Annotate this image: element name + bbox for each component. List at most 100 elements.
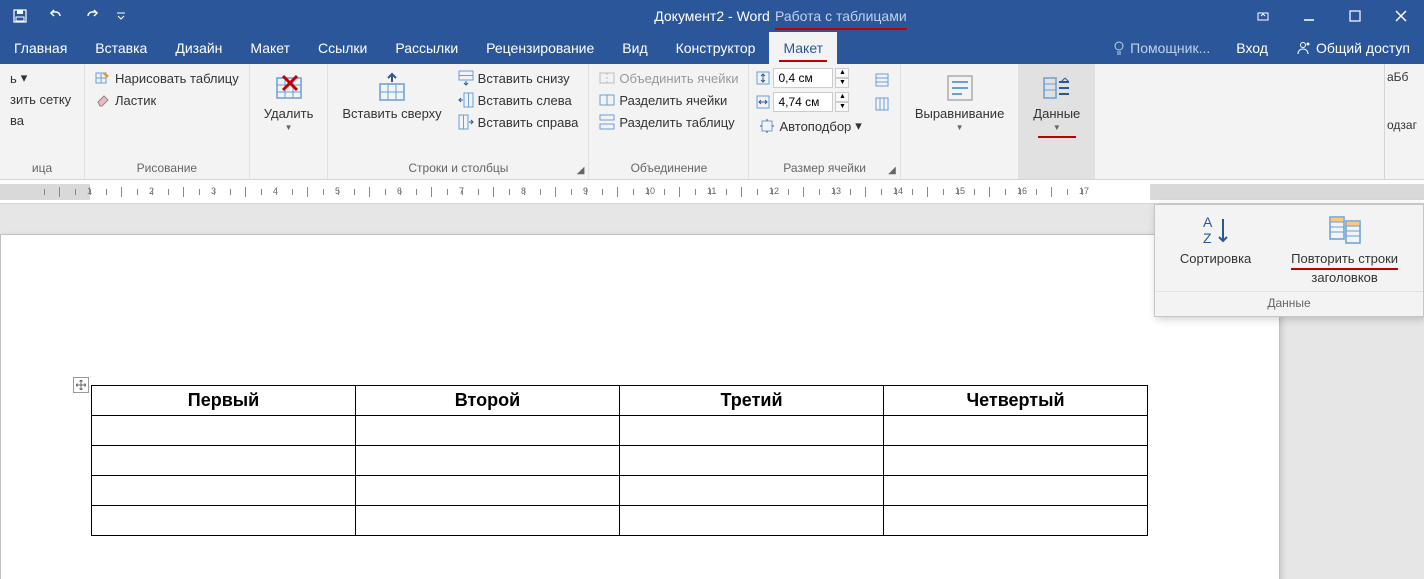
distribute-rows-icon [874,72,890,88]
tab-table-design[interactable]: Конструктор [662,32,770,64]
split-icon [599,92,615,108]
tab-table-layout[interactable]: Макет [769,32,837,64]
group-cell-size-label: Размер ячейки ◢ [749,159,899,179]
dropdown-group-label: Данные [1155,291,1423,316]
dialog-launcher-icon[interactable]: ◢ [577,165,585,176]
split-table-icon [599,114,615,130]
context-tab-title: Работа с таблицами [775,8,907,24]
share-icon [1296,41,1310,55]
spin-down-icon[interactable]: ▼ [835,102,849,112]
chevron-down-icon: ▼ [285,123,293,132]
select-button[interactable]: ь ▾ [6,68,75,88]
page[interactable]: Первый Второй Третий Четвертый [0,234,1280,579]
delete-table-icon [273,72,305,104]
dialog-launcher-icon[interactable]: ◢ [888,165,896,176]
insert-left-icon [458,92,474,108]
table-row[interactable] [92,446,1148,476]
redo-button[interactable] [80,4,104,28]
table-row[interactable] [92,476,1148,506]
spin-down-icon[interactable]: ▼ [835,78,849,88]
sort-button[interactable]: A Z Сортировка [1180,213,1251,285]
repeat-rows-icon [1328,213,1362,247]
insert-below-icon [458,70,474,86]
merge-cells-button[interactable]: Объединить ячейки [595,68,742,88]
window-title: Документ2 - Word [0,8,1424,24]
svg-text:Z: Z [1203,230,1212,246]
group-merge-label: Объединение [589,159,748,179]
row-height-input[interactable]: ▲▼ [755,68,865,88]
eraser-icon [95,92,111,108]
tab-review[interactable]: Рецензирование [472,32,608,64]
autofit-button[interactable]: Автоподбор ▾ [755,116,865,136]
data-button[interactable]: Данные ▼ [1025,68,1088,142]
view-gridlines-button[interactable]: зить сетку [6,90,75,109]
window-controls [1240,0,1424,32]
ribbon: ь ▾ зить сетку ва ица Нарисовать таблицу… [0,64,1424,180]
distribute-rows-button[interactable] [870,70,894,90]
insert-right-button[interactable]: Вставить справа [454,112,583,132]
save-button[interactable] [8,4,32,28]
merge-icon [599,70,615,86]
repeat-header-rows-button[interactable]: Повторить строки заголовков [1291,213,1398,285]
insert-right-icon [458,114,474,130]
lightbulb-icon [1112,41,1126,55]
qat-customize-icon[interactable] [116,9,126,23]
tab-home[interactable]: Главная [0,32,81,64]
alignment-button[interactable]: Выравнивание ▼ [907,68,1012,136]
ruler-number: 11 [707,186,716,196]
tab-design[interactable]: Дизайн [161,32,236,64]
ribbon-display-button[interactable] [1240,0,1286,32]
quick-access-toolbar [0,4,126,28]
insert-below-button[interactable]: Вставить снизу [454,68,583,88]
horizontal-ruler[interactable]: 1234567891011121314151617 [0,180,1424,204]
data-icon [1041,72,1073,104]
ruler-number: 14 [893,186,903,196]
distribute-cols-button[interactable] [870,94,894,114]
move-icon [76,380,86,390]
spin-up-icon[interactable]: ▲ [835,68,849,78]
table-row[interactable] [92,416,1148,446]
ruler-number: 15 [955,186,965,196]
eraser-button[interactable]: Ластик [91,90,243,110]
minimize-button[interactable] [1286,0,1332,32]
styles-pane-cutoff: аБб одзаг [1384,64,1424,180]
distribute-cols-icon [874,96,890,112]
split-cells-button[interactable]: Разделить ячейки [595,90,742,110]
ribbon-tabs: Главная Вставка Дизайн Макет Ссылки Расс… [0,32,1424,64]
properties-button[interactable]: ва [6,111,75,130]
insert-left-button[interactable]: Вставить слева [454,90,583,110]
insert-above-button[interactable]: Вставить сверху [334,68,449,125]
tab-references[interactable]: Ссылки [304,32,381,64]
table-move-handle[interactable] [73,377,89,393]
chevron-down-icon: ▼ [1053,123,1061,132]
sign-in-button[interactable]: Вход [1222,40,1282,56]
maximize-button[interactable] [1332,0,1378,32]
document-table[interactable]: Первый Второй Третий Четвертый [91,385,1148,536]
tell-me-input[interactable]: Помощник... [1100,40,1222,56]
draw-table-button[interactable]: Нарисовать таблицу [91,68,243,88]
table-row[interactable] [92,506,1148,536]
close-button[interactable] [1378,0,1424,32]
ruler-number: 17 [1079,186,1089,196]
undo-button[interactable] [44,4,68,28]
group-rows-cols-label: Строки и столбцы ◢ [328,159,588,179]
share-button[interactable]: Общий доступ [1282,40,1424,56]
chevron-down-icon: ▼ [956,123,964,132]
column-width-input[interactable]: ▲▼ [755,92,865,112]
svg-text:A: A [1203,214,1213,230]
tab-layout[interactable]: Макет [236,32,304,64]
table-row[interactable]: Первый Второй Третий Четвертый [92,386,1148,416]
ruler-number: 16 [1017,186,1027,196]
width-icon [755,94,771,110]
group-table-label: ица [0,159,84,179]
autofit-icon [759,118,775,134]
spin-up-icon[interactable]: ▲ [835,92,849,102]
delete-button[interactable]: Удалить ▼ [256,68,322,136]
alignment-icon [944,72,976,104]
tab-mailings[interactable]: Рассылки [381,32,472,64]
split-table-button[interactable]: Разделить таблицу [595,112,742,132]
title-bar: Документ2 - Word Работа с таблицами [0,0,1424,32]
tab-view[interactable]: Вид [608,32,661,64]
pencil-table-icon [95,70,111,86]
tab-insert[interactable]: Вставка [81,32,161,64]
